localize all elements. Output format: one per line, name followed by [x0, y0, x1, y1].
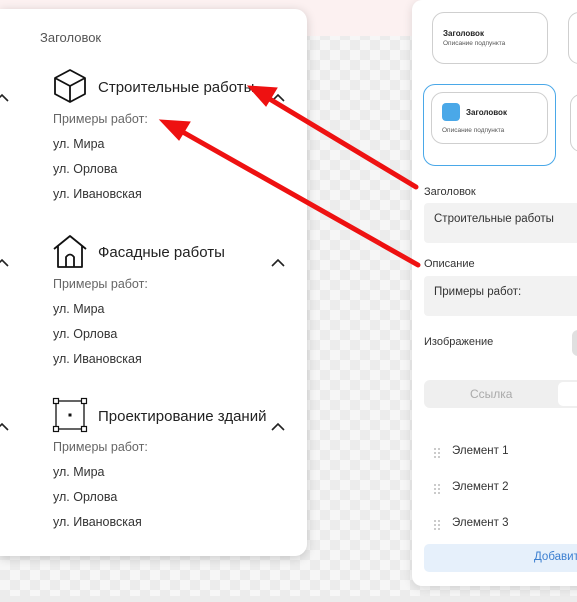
section-title: Строительные работы	[98, 79, 255, 96]
section-title: Проектирование зданий	[98, 408, 267, 425]
list-item-label: Элемент 1	[452, 445, 509, 457]
template-card-with-image[interactable]: Заголовок Описание подпункта	[431, 92, 548, 144]
chevron-up-icon[interactable]	[270, 419, 286, 435]
box-3d-icon	[54, 69, 86, 103]
template-title: Заголовок	[466, 108, 507, 117]
drag-handle-icon[interactable]	[433, 483, 441, 495]
section-line: ул. Орлова	[53, 162, 118, 176]
selection-frame-icon	[52, 397, 88, 433]
chevron-up-icon[interactable]	[270, 90, 286, 106]
section-line: ул. Ивановская	[53, 515, 142, 529]
chevron-up-icon[interactable]	[270, 255, 286, 271]
section-line: ул. Орлова	[53, 490, 118, 504]
accordion-section-construction[interactable]: Строительные работы Примеры работ: ул. М…	[0, 65, 307, 215]
template-card[interactable]: Заголовок Описание подпункта	[432, 12, 548, 64]
section-line: ул. Ивановская	[53, 187, 142, 201]
list-item[interactable]: Элемент 1	[433, 444, 573, 464]
template-subtitle: Описание подпункта	[443, 40, 506, 47]
canvas-bottom-edge	[0, 596, 577, 602]
accordion-section-facade[interactable]: Фасадные работы Примеры работ: ул. Мира …	[0, 230, 307, 380]
chevron-up-icon[interactable]	[0, 255, 10, 271]
section-line: Примеры работ:	[53, 112, 148, 126]
template-subtitle: Описание подпункта	[442, 127, 505, 134]
list-item[interactable]: Элемент 3	[433, 516, 573, 536]
template-card-partial[interactable]	[568, 12, 577, 64]
image-toggle[interactable]	[572, 330, 577, 356]
section-line: ул. Орлова	[53, 327, 118, 341]
accordion-preview: Заголовок Строительные работы Примеры ра…	[0, 9, 307, 556]
list-item[interactable]: Элемент 2	[433, 480, 573, 500]
section-line: Примеры работ:	[53, 277, 148, 291]
description-label: Описание	[424, 258, 475, 270]
tab-active[interactable]	[558, 382, 577, 406]
heading-input-value: Строительные работы	[434, 213, 554, 225]
section-title: Фасадные работы	[98, 244, 225, 261]
template-card-partial[interactable]	[570, 94, 577, 152]
chevron-up-icon[interactable]	[0, 90, 10, 106]
section-line: ул. Мира	[53, 302, 105, 316]
image-label: Изображение	[424, 336, 494, 348]
section-line: Примеры работ:	[53, 440, 148, 454]
section-line: ул. Мира	[53, 465, 105, 479]
heading-label: Заголовок	[424, 186, 476, 198]
drag-handle-icon[interactable]	[433, 447, 441, 459]
heading-input[interactable]: Строительные работы	[424, 203, 577, 243]
tab-link[interactable]: Ссылка	[470, 387, 512, 401]
list-item-label: Элемент 3	[452, 517, 509, 529]
accordion-section-design[interactable]: Проектирование зданий Примеры работ: ул.…	[0, 394, 307, 544]
list-item-label: Элемент 2	[452, 481, 509, 493]
house-icon	[53, 235, 87, 268]
section-line: ул. Мира	[53, 137, 105, 151]
drag-handle-icon[interactable]	[433, 519, 441, 531]
image-placeholder-icon	[442, 103, 460, 121]
template-title: Заголовок	[443, 29, 484, 38]
description-input-value: Примеры работ:	[434, 286, 522, 298]
add-item-label: Добавить	[534, 551, 577, 563]
section-line: ул. Ивановская	[53, 352, 142, 366]
link-tabs: Ссылка	[424, 380, 577, 408]
add-item-button[interactable]: Добавить	[424, 544, 577, 572]
description-input[interactable]: Примеры работ:	[424, 276, 577, 316]
preview-heading: Заголовок	[40, 30, 102, 45]
chevron-up-icon[interactable]	[0, 419, 10, 435]
